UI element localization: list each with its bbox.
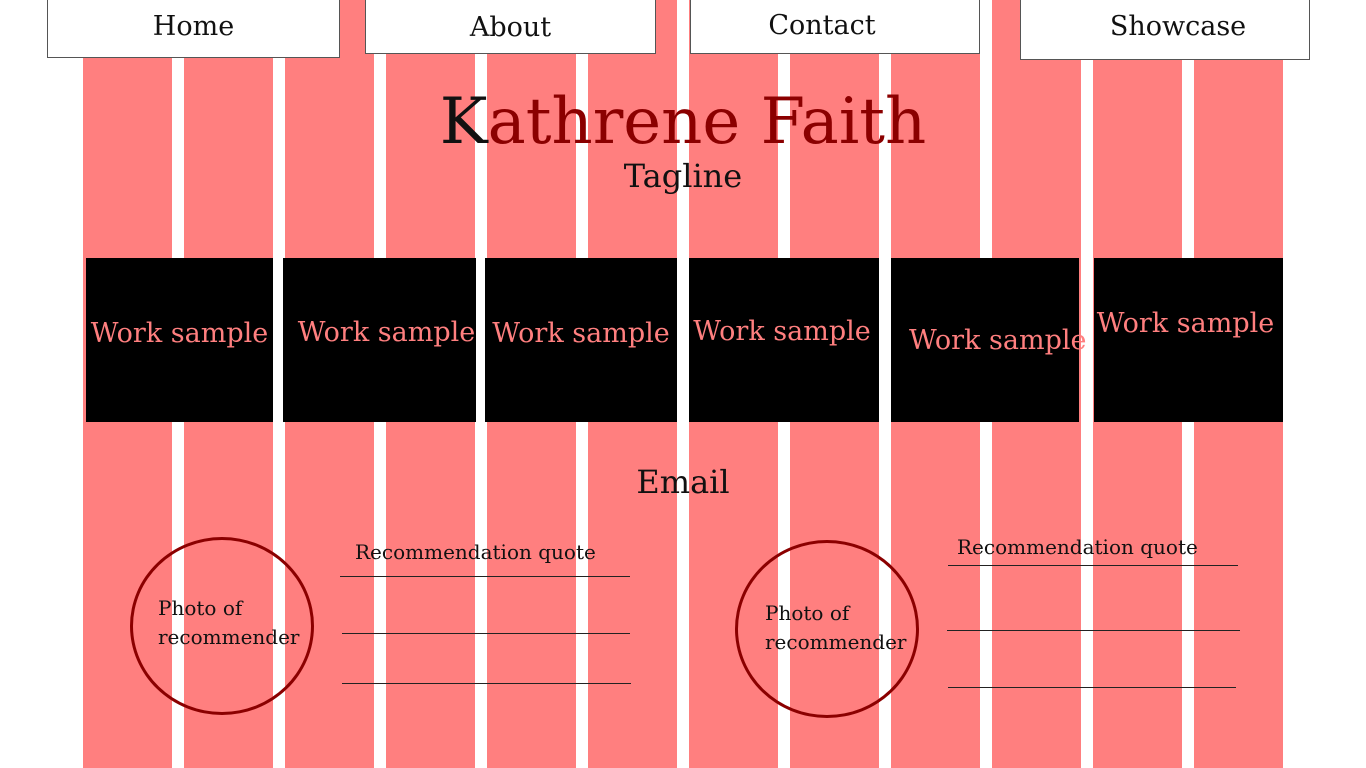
nav-item-label: Home (152, 11, 235, 42)
nav-item-contact[interactable]: Contact (690, 0, 980, 54)
work-sample-label: Work sample (90, 318, 269, 349)
site-title-first-letter: K (439, 85, 488, 159)
work-sample-label: Work sample (1096, 308, 1275, 339)
email-link[interactable]: Email (583, 462, 783, 502)
quote-line (948, 687, 1236, 688)
nav-item-label: Contact (768, 10, 876, 41)
tagline: Tagline (623, 157, 743, 195)
work-sample-label: Work sample (909, 325, 1087, 356)
recommender-photo-label: Photo of recommender (765, 601, 907, 654)
site-title: Kathrene Faith (383, 82, 983, 162)
quote-line (340, 576, 630, 577)
nav-item-about[interactable]: About (365, 0, 656, 54)
nav-item-home[interactable]: Home (47, 0, 340, 58)
recommender-photo-label: Photo of recommender (158, 596, 300, 649)
recommendation-quote: Recommendation quote (355, 540, 596, 564)
work-sample-tile[interactable]: Work sample (283, 258, 476, 422)
nav-item-showcase[interactable]: Showcase (1020, 0, 1310, 60)
quote-line (342, 683, 631, 684)
quote-line (947, 630, 1240, 631)
work-sample-tile[interactable]: Work sample (86, 258, 273, 422)
nav-item-label: About (469, 12, 552, 43)
work-sample-tile[interactable]: Work sample (891, 258, 1087, 422)
work-sample-tile[interactable]: Work sample (689, 258, 879, 422)
work-sample-label: Work sample (297, 317, 476, 348)
site-title-rest: athrene Faith (487, 85, 927, 159)
nav-item-label: Showcase (1109, 11, 1247, 42)
work-sample-tile[interactable]: Work sample (485, 258, 677, 422)
work-sample-tile[interactable]: Work sample (1094, 258, 1283, 422)
work-sample-label: Work sample (492, 318, 670, 349)
recommendation-quote: Recommendation quote (957, 535, 1198, 559)
page: Home About Contact Showcase Kathrene Fai… (0, 0, 1366, 768)
quote-line (342, 633, 630, 634)
work-sample-label: Work sample (693, 316, 871, 347)
quote-line (948, 565, 1238, 566)
